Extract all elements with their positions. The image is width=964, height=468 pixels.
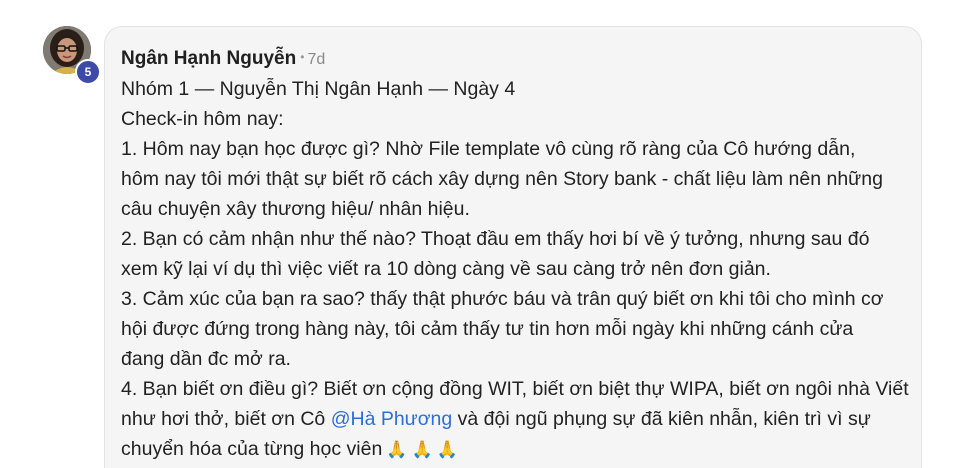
timestamp[interactable]: 7d (307, 51, 325, 68)
body-line: 1. Hôm nay bạn học được gì? Nhờ File tem… (121, 138, 856, 160)
body-line: câu chuyện xây thương hiệu/ nhân hiệu. (121, 198, 470, 220)
body-line: 4. Bạn biết ơn điều gì? Biết ơn cộng đồn… (121, 378, 909, 400)
body-line: 2. Bạn có cảm nhận như thế nào? Thoạt đầ… (121, 228, 870, 250)
body-line: 3. Cảm xúc của bạn ra sao? thấy thật phư… (121, 288, 884, 310)
comment-thread: · · · · · · 5 Ngân Hạnh Nguyễn •7d Nhóm 1… (0, 0, 964, 468)
author-name[interactable]: Ngân Hạnh Nguyễn (121, 48, 296, 69)
level-badge: 5 (75, 59, 101, 85)
mention-prefix-text: như hơi thở, biết ơn Cô (121, 408, 331, 430)
body-line: đang dần đc mở ra. (121, 348, 291, 370)
body-line: hội được đứng trong hàng này, tôi cảm th… (121, 318, 854, 340)
last-line-text: chuyển hóa của từng học viên (121, 438, 383, 460)
previous-content-fragment: · · · · · · (178, 0, 253, 7)
body-line-last: chuyển hóa của từng học viên 🙏 🙏 🙏 (121, 434, 911, 464)
avatar-container[interactable]: 5 (43, 26, 101, 85)
body-line: xem kỹ lại ví dụ thì việc viết ra 10 dòn… (121, 258, 771, 280)
user-mention-link[interactable]: @Hà Phương (331, 408, 453, 430)
mention-suffix-text: và đội ngũ phụng sự đã kiên nhẫn, kiên t… (452, 408, 871, 430)
separator-dot: • (300, 50, 305, 64)
body-line-with-mention: như hơi thở, biết ơn Cô @Hà Phương và độ… (121, 404, 911, 434)
body-line: Nhóm 1 — Nguyễn Thị Ngân Hạnh — Ngày 4 (121, 78, 516, 100)
comment-header: Ngân Hạnh Nguyễn • 7d (121, 45, 325, 72)
folded-hands-icon: 🙏 (386, 440, 408, 459)
body-line: hôm nay tôi mới thật sự biết rõ cách xây… (121, 168, 883, 190)
body-line: Check-in hôm nay: (121, 108, 284, 130)
folded-hands-icon: 🙏 (436, 440, 458, 459)
folded-hands-icon: 🙏 (411, 440, 433, 459)
comment-body: Nhóm 1 — Nguyễn Thị Ngân Hạnh — Ngày 4 C… (121, 74, 911, 464)
